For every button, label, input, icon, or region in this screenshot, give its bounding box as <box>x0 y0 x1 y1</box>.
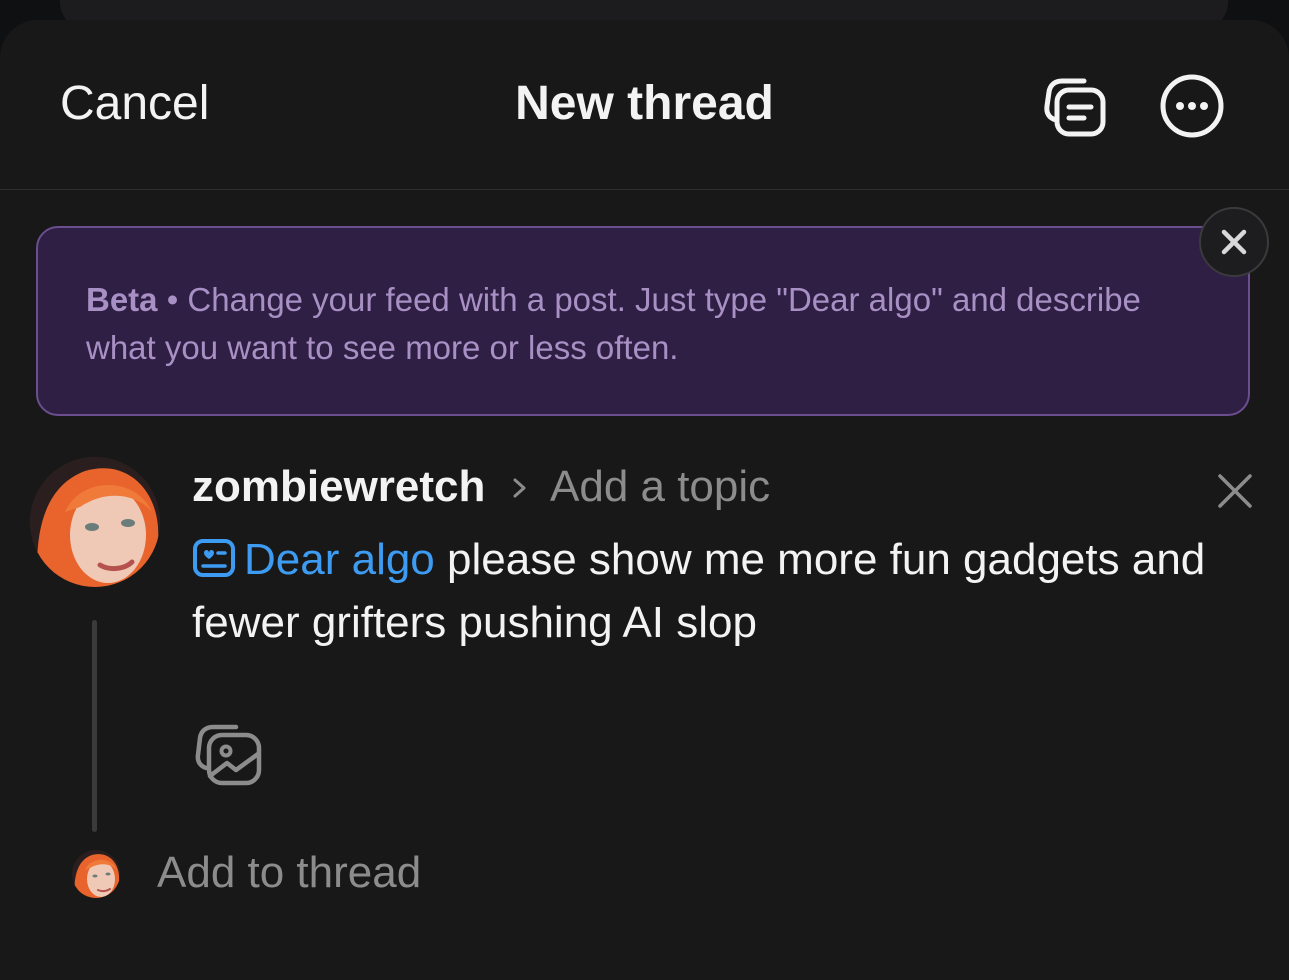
post-body-input[interactable]: Dear algo please show me more fun gadget… <box>192 528 1272 654</box>
thread-connector-line <box>92 620 97 832</box>
add-topic-field[interactable]: Add a topic <box>550 462 770 512</box>
banner-description: Change your feed with a post. Just type … <box>86 281 1141 366</box>
profile-photo <box>30 457 160 587</box>
sheet-header: Cancel New thread <box>0 20 1289 190</box>
dear-algo-icon <box>193 539 235 577</box>
avatar <box>30 457 160 587</box>
profile-photo-small <box>72 850 120 898</box>
drafts-icon[interactable] <box>1040 72 1108 140</box>
banner-message: Beta • Change your feed with a post. Jus… <box>86 276 1206 372</box>
banner-separator: • <box>157 281 188 318</box>
dear-algo-tag[interactable]: Dear algo <box>244 535 435 584</box>
more-options-icon[interactable] <box>1158 72 1226 140</box>
beta-badge: Beta <box>86 281 158 318</box>
chevron-right-icon <box>513 478 526 498</box>
avatar-small <box>72 850 120 898</box>
image-gallery-icon[interactable] <box>192 716 264 788</box>
remove-post-close-icon[interactable] <box>1214 470 1256 512</box>
add-to-thread-field[interactable]: Add to thread <box>157 848 421 898</box>
new-thread-sheet: Cancel New thread Beta • Change your fee… <box>0 20 1289 980</box>
dear-algo-beta-banner: Beta • Change your feed with a post. Jus… <box>36 226 1250 416</box>
close-icon <box>1221 229 1247 255</box>
banner-close-button[interactable] <box>1199 207 1269 277</box>
username: zombiewretch <box>192 462 486 511</box>
